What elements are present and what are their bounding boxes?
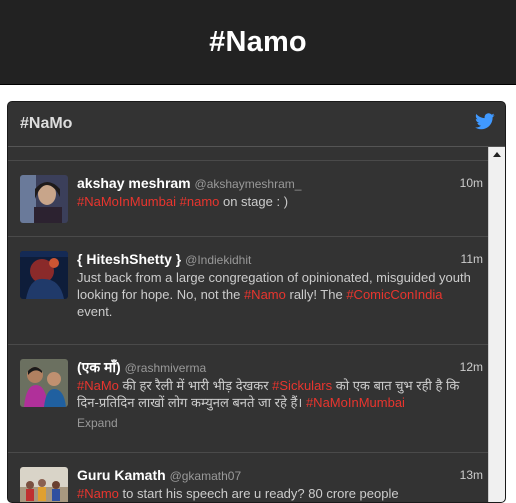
hashtag-link[interactable]: #NaMoInMumbai: [77, 194, 176, 209]
tweet-item[interactable]: { HiteshShetty } @Indiekidhit 11m Just b…: [8, 237, 488, 345]
tweet-item[interactable]: akshay meshram @akshaymeshram_ 10m #NaMo…: [8, 161, 488, 237]
tweet-author: { HiteshShetty } @Indiekidhit: [77, 250, 476, 269]
avatar[interactable]: [20, 467, 68, 502]
author-handle[interactable]: @rashmiverma: [125, 361, 207, 375]
stream-top-divider: [8, 147, 488, 161]
widget-title[interactable]: #NaMo: [20, 115, 72, 133]
tweet-text: #NaMoInMumbai #namo on stage : ): [77, 193, 476, 210]
scroll-up-arrow-icon[interactable]: [493, 152, 501, 157]
widget-header: #NaMo: [8, 102, 505, 147]
tweet-stream[interactable]: akshay meshram @akshaymeshram_ 10m #NaMo…: [8, 147, 488, 502]
hashtag-link[interactable]: #NaMo: [77, 378, 119, 393]
author-name[interactable]: Guru Kamath: [77, 467, 166, 483]
expand-link[interactable]: Expand: [77, 415, 476, 432]
tweet-time[interactable]: 10m: [460, 175, 483, 192]
tweet-time[interactable]: 13m: [460, 467, 483, 484]
twitter-bird-icon[interactable]: [475, 113, 495, 130]
hashtag-link[interactable]: #Namo: [244, 287, 286, 302]
author-name[interactable]: akshay meshram: [77, 175, 191, 191]
text-segment: की हर रैली में भारी भीड़ देखकर: [118, 378, 273, 393]
tweet-author: Guru Kamath @gkamath07: [77, 466, 476, 485]
text-segment: event.: [77, 304, 113, 319]
tweet-text: Just back from a large congregation of o…: [77, 269, 476, 320]
author-handle[interactable]: @akshaymeshram_: [195, 177, 302, 191]
author-handle[interactable]: @gkamath07: [170, 469, 242, 483]
avatar[interactable]: [20, 175, 68, 223]
text-segment: rally! The: [285, 287, 347, 302]
tweet-item[interactable]: (एक माँ) @rashmiverma 12m #NaMo की हर रै…: [8, 345, 488, 453]
hashtag-link[interactable]: #Sickulars: [272, 378, 332, 393]
tweet-author: (एक माँ) @rashmiverma: [77, 358, 476, 377]
tweet-author: akshay meshram @akshaymeshram_: [77, 174, 476, 193]
tweet-item[interactable]: Guru Kamath @gkamath07 13m #Namo to star…: [8, 453, 488, 502]
author-handle[interactable]: @Indiekidhit: [185, 253, 251, 267]
hashtag-link[interactable]: #ComicConIndia: [346, 287, 442, 302]
author-name[interactable]: (एक माँ): [77, 359, 121, 375]
hashtag-link[interactable]: #namo: [180, 194, 220, 209]
author-name[interactable]: { HiteshShetty }: [77, 251, 181, 267]
hashtag-link[interactable]: #NaMoInMumbai: [306, 395, 405, 410]
twitter-widget: #NaMo akshay meshram @akshaymeshram_ 10m…: [7, 101, 506, 503]
text-segment: on stage : ): [219, 194, 289, 209]
avatar[interactable]: [20, 359, 68, 407]
page-heading: #Namo: [209, 25, 307, 58]
tweet-text: #NaMo की हर रैली में भारी भीड़ देखकर #Si…: [77, 377, 476, 411]
vertical-scrollbar[interactable]: [488, 147, 505, 502]
top-banner: #Namo: [0, 0, 516, 85]
avatar[interactable]: [20, 251, 68, 299]
tweet-time[interactable]: 11m: [461, 251, 483, 268]
tweet-time[interactable]: 12m: [460, 359, 483, 376]
